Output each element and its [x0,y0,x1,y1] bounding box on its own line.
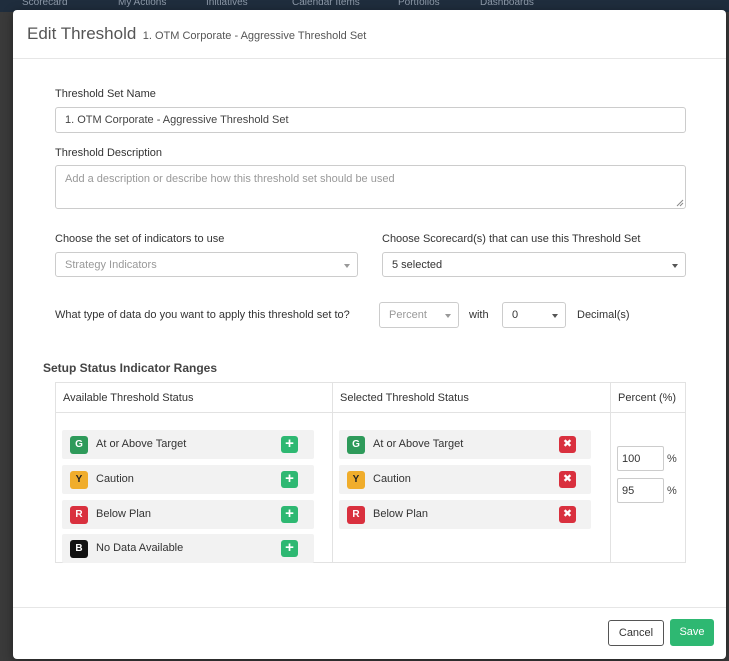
chevron-down-icon [552,314,558,318]
status-label: Caution [373,473,411,485]
resize-grip-icon[interactable] [676,199,684,207]
background-nav-item: Portfolios [398,0,440,8]
available-status-item-yellow: Y Caution + [62,465,314,494]
save-button[interactable]: Save [670,619,714,646]
status-badge-green: G [347,436,365,454]
scorecards-label: Choose Scorecard(s) that can use this Th… [382,233,641,245]
modal-subtitle: 1. OTM Corporate - Aggressive Threshold … [142,30,367,42]
cancel-button[interactable]: Cancel [608,620,664,646]
status-label: At or Above Target [96,438,187,450]
available-status-item-red: R Below Plan + [62,500,314,529]
available-status-header: Available Threshold Status [56,383,332,413]
background-nav-item: My Actions [118,0,167,8]
status-badge-red: R [347,506,365,524]
status-label: Below Plan [373,508,429,520]
status-ranges-section-title: Setup Status Indicator Ranges [43,361,218,375]
percent-sign: % [667,485,677,497]
background-nav-item: Dashboards [480,0,534,8]
edit-threshold-modal: Edit Threshold 1. OTM Corporate - Aggres… [13,10,726,659]
scorecards-select[interactable]: 5 selected [382,252,686,277]
status-badge-yellow: Y [70,471,88,489]
decimals-select[interactable]: 0 [502,302,566,328]
indicators-select[interactable]: Strategy Indicators [55,252,358,277]
data-type-select[interactable]: Percent [379,302,459,328]
selected-status-header: Selected Threshold Status [333,383,610,413]
decimals-label: Decimal(s) [577,309,630,321]
percent-header: Percent (%) [611,383,685,413]
modal-title: Edit Threshold [27,24,137,43]
background-nav-item: Scorecard [22,0,68,8]
chevron-down-icon [344,264,350,268]
percent-input-green[interactable]: 100 [617,446,664,471]
x-icon[interactable]: ✖ [559,436,576,453]
plus-icon[interactable]: + [281,471,298,488]
column-divider [332,383,333,562]
modal-header: Edit Threshold 1. OTM Corporate - Aggres… [13,10,726,59]
status-label: Caution [96,473,134,485]
indicators-select-value: Strategy Indicators [65,259,157,271]
status-label: At or Above Target [373,438,464,450]
status-badge-green: G [70,436,88,454]
chevron-down-icon [445,314,451,318]
x-icon[interactable]: ✖ [559,506,576,523]
scorecards-select-value: 5 selected [392,259,443,271]
indicators-label: Choose the set of indicators to use [55,233,225,245]
description-placeholder: Add a description or describe how this t… [65,173,395,185]
selected-status-item-red: R Below Plan ✖ [339,500,591,529]
background-nav-item: Initiatives [206,0,248,8]
status-badge-black: B [70,540,88,558]
column-divider [610,383,611,562]
with-label: with [469,309,489,321]
plus-icon[interactable]: + [281,436,298,453]
selected-status-item-yellow: Y Caution ✖ [339,465,591,494]
percent-sign: % [667,453,677,465]
threshold-status-table: Available Threshold Status Selected Thre… [55,382,686,563]
status-label: No Data Available [96,542,184,554]
decimals-select-value: 0 [512,309,519,321]
data-type-select-value: Percent [389,309,427,321]
status-badge-red: R [70,506,88,524]
status-label: Below Plan [96,508,152,520]
modal-footer: Cancel Save [13,607,726,659]
available-status-item-green: G At or Above Target + [62,430,314,459]
percent-input-yellow[interactable]: 95 [617,478,664,503]
plus-icon[interactable]: + [281,540,298,557]
data-type-question: What type of data do you want to apply t… [55,309,350,321]
selected-status-item-green: G At or Above Target ✖ [339,430,591,459]
chevron-down-icon [672,264,678,268]
threshold-name-input[interactable]: 1. OTM Corporate - Aggressive Threshold … [55,107,686,133]
status-badge-yellow: Y [347,471,365,489]
plus-icon[interactable]: + [281,506,298,523]
x-icon[interactable]: ✖ [559,471,576,488]
threshold-name-label: Threshold Set Name [55,88,156,100]
threshold-description-textarea[interactable]: Add a description or describe how this t… [55,165,686,209]
available-status-item-black: B No Data Available + [62,534,314,563]
background-nav-item: Calendar Items [292,0,360,8]
threshold-description-label: Threshold Description [55,147,162,159]
